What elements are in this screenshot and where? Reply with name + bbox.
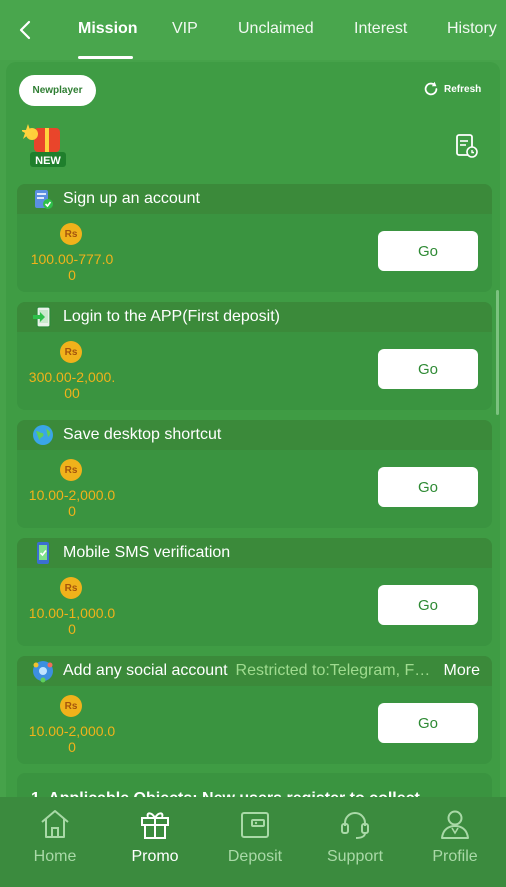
- tab-interest[interactable]: Interest: [354, 20, 407, 38]
- gift-icon: [141, 812, 169, 839]
- reward-amount: 100.00-777.00: [30, 251, 114, 283]
- tab-mission[interactable]: Mission: [78, 20, 138, 38]
- top-nav: Mission VIP Unclaimed Interest History: [0, 0, 506, 60]
- home-icon: [41, 810, 69, 838]
- nav-promo[interactable]: Promo: [115, 807, 195, 866]
- social-network-icon: [33, 661, 53, 683]
- mobile-sms-icon: [37, 542, 49, 564]
- nav-home[interactable]: Home: [15, 807, 95, 866]
- nav-support-label: Support: [326, 848, 384, 865]
- reward-amount: 300.00-2,000.00: [28, 369, 116, 401]
- nav-deposit[interactable]: Deposit: [215, 807, 295, 866]
- go-button[interactable]: Go: [378, 231, 478, 271]
- nav-promo-label: Promo: [131, 848, 179, 865]
- wallet-icon: [241, 812, 269, 838]
- active-tab-indicator: [78, 56, 133, 59]
- task-title: Sign up an account: [63, 190, 200, 207]
- reward-amount: 10.00-2,000.00: [28, 723, 116, 755]
- task-card: Mobile SMS verification Rs 10.00-1,000.0…: [17, 538, 492, 646]
- nav-profile-label: Profile: [432, 848, 478, 865]
- go-button[interactable]: Go: [378, 349, 478, 389]
- reward-amount: 10.00-2,000.00: [28, 487, 116, 519]
- task-title: Save desktop shortcut: [63, 426, 222, 443]
- headset-icon: [341, 812, 369, 839]
- go-button[interactable]: Go: [378, 467, 478, 507]
- go-button[interactable]: Go: [378, 585, 478, 625]
- user-icon: [441, 810, 469, 839]
- task-card-header: Sign up an account: [17, 184, 492, 214]
- rupee-coin-icon: Rs: [60, 695, 82, 717]
- task-card: Sign up an account Rs 100.00-777.00 Go: [17, 184, 492, 292]
- newplayer-filter-button[interactable]: Newplayer: [19, 75, 96, 106]
- reward-amount: 10.00-1,000.00: [28, 605, 116, 637]
- new-badge-text: NEW: [35, 155, 61, 167]
- nav-support[interactable]: Support: [315, 807, 395, 866]
- back-arrow-icon[interactable]: [14, 18, 38, 42]
- go-button[interactable]: Go: [378, 703, 478, 743]
- refresh-button[interactable]: Refresh: [422, 80, 481, 98]
- nav-home-label: Home: [33, 848, 77, 865]
- more-link[interactable]: More: [444, 662, 480, 680]
- task-title: Add any social account: [63, 662, 228, 679]
- tab-unclaimed[interactable]: Unclaimed: [238, 20, 314, 38]
- globe-icon: [33, 425, 53, 445]
- task-card: Add any social account Restricted to:Tel…: [17, 656, 492, 764]
- task-card: Login to the APP(First deposit) Rs 300.0…: [17, 302, 492, 410]
- rupee-coin-icon: Rs: [60, 341, 82, 363]
- scrollbar[interactable]: [496, 290, 499, 415]
- record-list-icon[interactable]: [455, 133, 479, 159]
- nav-deposit-label: Deposit: [227, 848, 283, 865]
- rupee-coin-icon: Rs: [60, 577, 82, 599]
- task-card-header: Save desktop shortcut: [17, 420, 492, 450]
- task-title: Mobile SMS verification: [63, 544, 231, 561]
- restriction-text: Restricted to:Telegram, Facebook: [235, 662, 438, 679]
- clipboard-check-icon: [35, 190, 53, 209]
- refresh-label: Refresh: [444, 83, 482, 95]
- nav-profile[interactable]: Profile: [415, 807, 495, 866]
- tab-vip[interactable]: VIP: [172, 20, 198, 38]
- task-title: Login to the APP(First deposit): [63, 308, 280, 325]
- task-card: Save desktop shortcut Rs 10.00-2,000.00 …: [17, 420, 492, 528]
- refresh-icon: [424, 81, 438, 96]
- bottom-nav: Home Promo Deposit Support Profile: [0, 797, 506, 887]
- task-card-header: Add any social account Restricted to:Tel…: [17, 656, 492, 686]
- rupee-coin-icon: Rs: [60, 459, 82, 481]
- new-gift-icon: NEW: [22, 124, 66, 167]
- task-card-header: Mobile SMS verification: [17, 538, 492, 568]
- rupee-coin-icon: Rs: [60, 223, 82, 245]
- task-card-header: Login to the APP(First deposit): [17, 302, 492, 332]
- tab-history[interactable]: History: [447, 20, 497, 38]
- phone-login-icon: [33, 306, 51, 328]
